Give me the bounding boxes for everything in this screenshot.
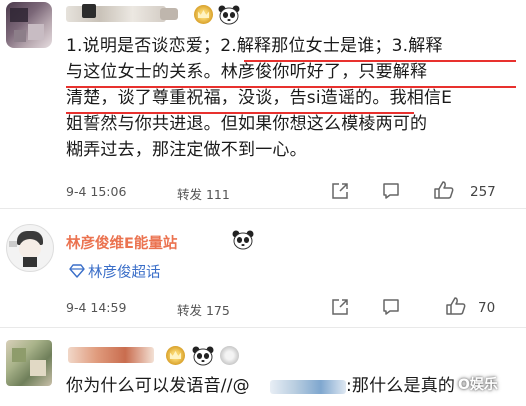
commenter-1-name-fragment	[82, 4, 96, 18]
comment-icon[interactable]	[381, 181, 401, 201]
watermark-text: O娱乐	[458, 377, 498, 393]
comment-1-like-count: 257	[470, 184, 496, 200]
comment-1-line-2: 与这位女士的关系。林彦俊你听好了，只要解释	[66, 62, 428, 82]
separator-2	[0, 327, 526, 328]
commenter-3-avatar[interactable]	[6, 340, 52, 386]
comment-1-line-5: 糊弄过去，那注定做不到一心。	[66, 140, 307, 160]
comment-3-text-end: :那什么是真的	[346, 376, 456, 396]
comment-1-line-3: 清楚，谈了尊重祝福，没谈，告si造谣的。我相信E	[66, 88, 453, 108]
commenter-1-avatar[interactable]	[6, 2, 52, 48]
comment-1-line-4: 姐誓然与你共进退。但如果你想这么模棱两可的	[66, 114, 428, 134]
comment-2-time: 9-4 14:59	[66, 300, 127, 315]
comment-2-like-count: 70	[478, 300, 496, 316]
share-icon[interactable]	[330, 297, 350, 317]
comment-1-line-1: 1.说明是否谈恋爱；2.解释那位女士是谁；3.解释	[66, 36, 443, 56]
crown-badge-icon	[166, 346, 185, 365]
like-icon[interactable]	[433, 180, 455, 200]
mentioned-user-blur[interactable]	[270, 380, 346, 394]
like-icon[interactable]	[445, 296, 467, 316]
commenter-2-avatar[interactable]	[6, 224, 54, 272]
diamond-topic-icon	[69, 264, 85, 278]
watermark: O娱乐	[458, 374, 498, 394]
commenter-2-username[interactable]: 林彦俊维E能量站	[66, 232, 177, 253]
panda-badge-icon	[218, 5, 240, 25]
panda-badge-icon	[232, 230, 254, 250]
comment-1-time: 9-4 15:06	[66, 184, 127, 199]
panda-badge-icon	[192, 346, 214, 366]
comment-icon[interactable]	[381, 297, 401, 317]
share-icon[interactable]	[330, 181, 350, 201]
topic-link[interactable]: 林彦俊超话	[88, 261, 161, 282]
comment-2-repost[interactable]: 转发 175	[177, 300, 230, 319]
crown-badge-icon	[194, 5, 213, 24]
separator-1	[0, 208, 526, 209]
comment-3-text-start: 你为什么可以发语音//@	[66, 376, 250, 396]
commenter-1-name[interactable]	[66, 6, 166, 22]
comment-1-repost[interactable]: 转发 111	[177, 184, 230, 203]
medal-badge-icon	[220, 346, 239, 365]
commenter-1-name-fragment-2	[160, 8, 178, 20]
commenter-3-name[interactable]	[68, 347, 154, 363]
